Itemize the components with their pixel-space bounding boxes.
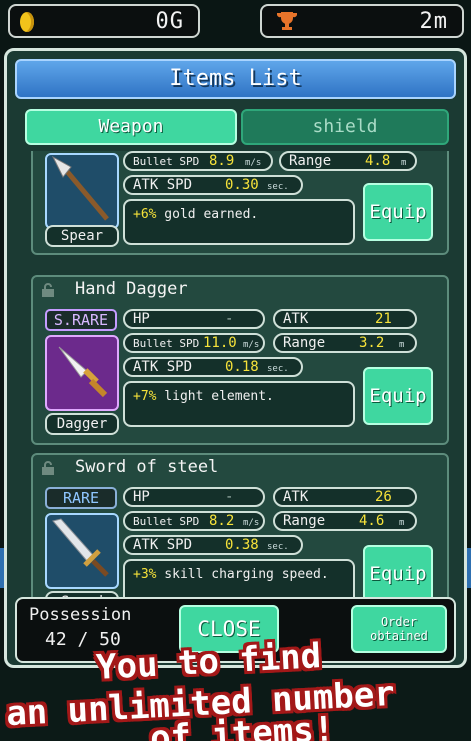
effect-text: gold earned.: [156, 207, 259, 222]
order-label-line2: obtained: [370, 629, 428, 643]
coin-icon: [20, 12, 34, 32]
stat-label: HP: [133, 311, 150, 327]
stat-atk: ATK 26: [273, 487, 417, 507]
stat-value: 8.9: [209, 153, 235, 169]
panel-title-bar: Items List: [15, 59, 456, 99]
distance-counter: 2m: [260, 4, 464, 38]
stat-unit: sec.: [267, 364, 289, 374]
stat-label: Bullet SPD: [133, 515, 200, 528]
panel-title: Items List: [169, 66, 302, 91]
gold-counter: 0G: [8, 4, 200, 38]
item-card-sword-of-steel: Sword of steel RARE Sword HP - ATK 26 Bu: [31, 453, 449, 603]
stat-value: 21: [375, 311, 392, 327]
stat-unit: m/s: [243, 518, 260, 528]
stat-label: ATK: [283, 489, 309, 505]
stat-value: 8.2: [209, 513, 235, 529]
stat-hp: HP -: [123, 309, 265, 329]
stat-unit: m: [399, 518, 405, 528]
tab-shield[interactable]: shield: [241, 109, 449, 145]
order-label-line1: Order: [380, 615, 418, 629]
stat-bullet-spd: Bullet SPD 8.2 m/s: [123, 511, 265, 531]
spear-icon: [51, 155, 109, 221]
stat-value: 4.6: [359, 513, 385, 529]
item-name: Hand Dagger: [75, 279, 188, 299]
item-name: Sword of steel: [75, 457, 219, 477]
stat-value: 26: [375, 489, 392, 505]
effect-text: light element.: [156, 389, 274, 404]
stat-value: 0.30: [225, 177, 259, 193]
stat-label: Bullet SPD: [133, 155, 200, 168]
distance-value: 2m: [419, 9, 448, 34]
stat-value: -: [225, 489, 234, 505]
stat-value: 0.38: [225, 537, 259, 553]
stat-label: ATK SPD: [133, 537, 193, 553]
stat-atk-spd: ATK SPD 0.30 sec.: [123, 175, 303, 195]
stat-label: ATK SPD: [133, 177, 193, 193]
rarity-badge: S.RARE: [45, 309, 117, 331]
stat-unit: m/s: [243, 340, 260, 350]
stat-value: 3.2: [359, 335, 385, 351]
effect-percent: +6%: [133, 207, 157, 222]
equip-button[interactable]: Equip: [363, 367, 433, 425]
stat-label: HP: [133, 489, 150, 505]
item-icon-frame: [45, 513, 119, 589]
stat-range: Range 4.6 m: [273, 511, 417, 531]
stat-unit: sec.: [267, 542, 289, 552]
stat-bullet-spd: Bullet SPD 11.0 m/s: [123, 333, 265, 353]
stat-hp: HP -: [123, 487, 265, 507]
item-list[interactable]: Spear Bullet SPD 8.9 m/s Range 4.8 m ATK…: [25, 151, 449, 603]
stat-range: Range 4.8 m: [279, 151, 417, 171]
item-type-label: Dagger: [45, 413, 119, 435]
stat-unit: sec.: [267, 182, 289, 192]
tab-weapon[interactable]: Weapon: [25, 109, 237, 145]
stat-value: 11.0: [203, 335, 237, 351]
stat-unit: m: [399, 340, 405, 350]
stat-atk: ATK 21: [273, 309, 417, 329]
item-icon-frame: [45, 335, 119, 411]
stat-unit: m: [401, 158, 407, 168]
lock-icon[interactable]: [41, 283, 55, 297]
effect-percent: +7%: [133, 389, 157, 404]
stat-bullet-spd: Bullet SPD 8.9 m/s: [123, 151, 273, 171]
item-effect: +7% light element.: [123, 381, 355, 427]
stat-label: ATK: [283, 311, 309, 327]
stat-value: 4.8: [365, 153, 391, 169]
stat-label: Range: [289, 153, 332, 169]
item-card-spear: Spear Bullet SPD 8.9 m/s Range 4.8 m ATK…: [31, 151, 449, 255]
lock-icon[interactable]: [41, 461, 55, 475]
items-list-panel: Items List Weapon shield Spear Bullet SP…: [4, 48, 467, 668]
possession-label: Possession: [29, 605, 132, 625]
stat-atk-spd: ATK SPD 0.38 sec.: [123, 535, 303, 555]
sword-icon: [52, 518, 109, 577]
stat-label: Range: [283, 335, 326, 351]
item-card-hand-dagger: Hand Dagger S.RARE Dagger HP - ATK 21 Bu: [31, 275, 449, 445]
stat-unit: m/s: [245, 158, 262, 168]
stat-atk-spd: ATK SPD 0.18 sec.: [123, 357, 303, 377]
order-obtained-button[interactable]: Order obtained: [351, 605, 447, 653]
stat-value: 0.18: [225, 359, 259, 375]
equip-button[interactable]: Equip: [363, 545, 433, 603]
effect-text: skill charging speed.: [156, 567, 329, 582]
rarity-badge: RARE: [45, 487, 117, 509]
stat-label: ATK SPD: [133, 359, 193, 375]
stat-range: Range 3.2 m: [273, 333, 417, 353]
equip-button[interactable]: Equip: [363, 183, 433, 241]
effect-percent: +3%: [133, 567, 157, 582]
item-icon-frame: [45, 153, 119, 229]
item-type-label: Spear: [45, 225, 119, 247]
trophy-icon: [277, 12, 297, 30]
item-effect: +6% gold earned.: [123, 199, 355, 245]
dagger-icon: [58, 346, 108, 398]
stat-value: -: [225, 311, 234, 327]
stat-label: Range: [283, 513, 326, 529]
gold-value: 0G: [155, 9, 184, 34]
stat-label: Bullet SPD: [133, 337, 200, 350]
